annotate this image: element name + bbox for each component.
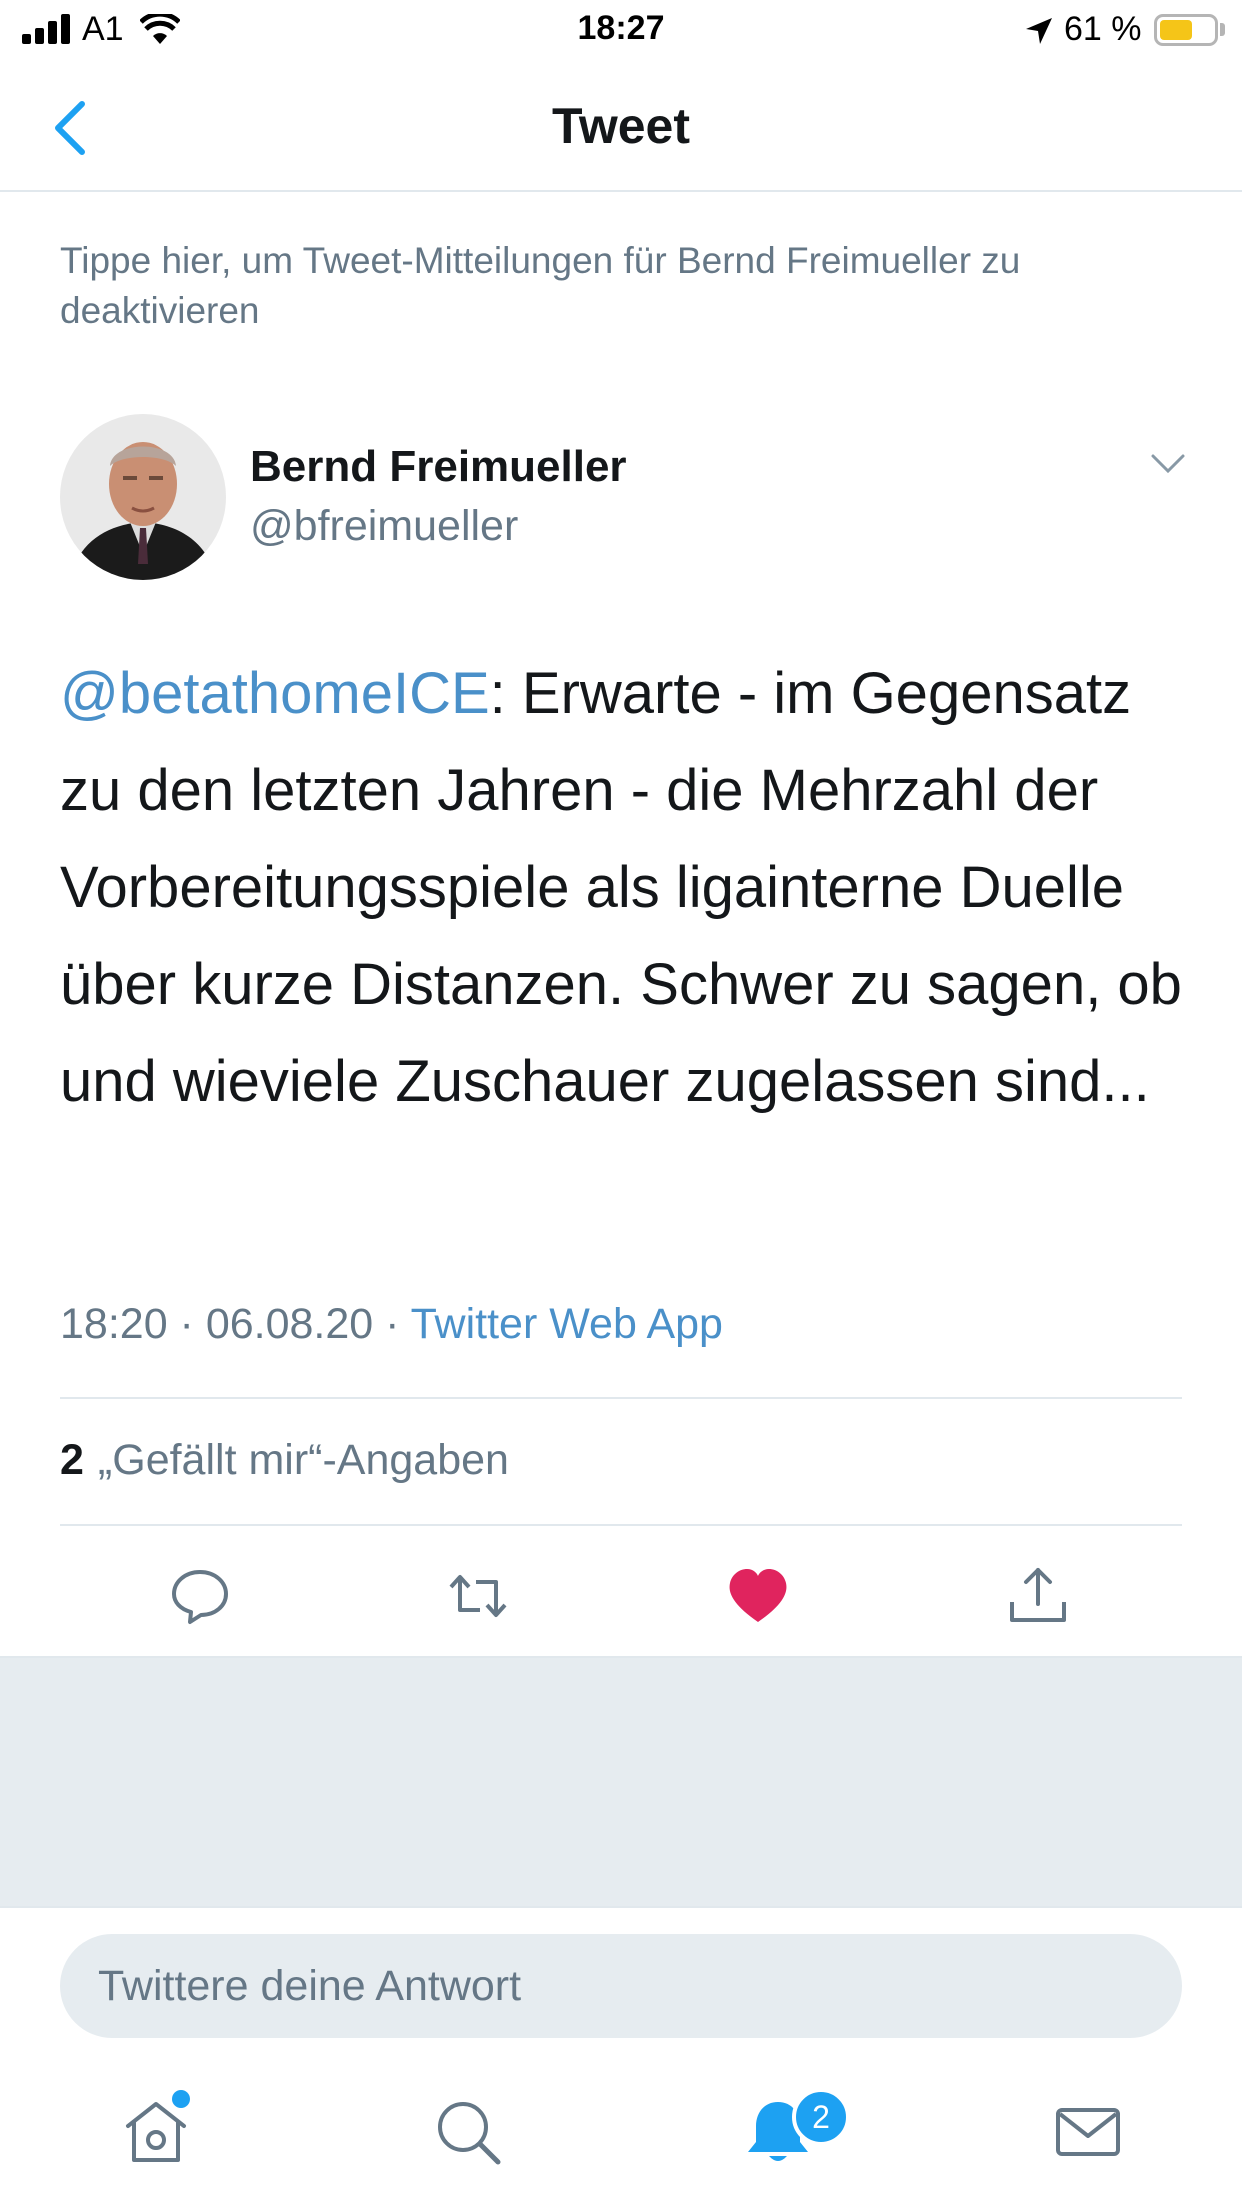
mention-link[interactable]: @betathomeICE xyxy=(60,661,490,726)
tweet-body: : Erwarte - im Gegensatz zu den letzten … xyxy=(60,661,1182,1114)
retweet-icon[interactable] xyxy=(446,1564,510,1628)
notification-toggle-notice[interactable]: Tippe hier, um Tweet-Mitteilungen für Be… xyxy=(60,236,1190,336)
search-icon[interactable] xyxy=(432,2096,504,2168)
share-icon[interactable] xyxy=(1006,1564,1070,1628)
tweet-source-link[interactable]: Twitter Web App xyxy=(411,1300,723,1348)
author-handle[interactable]: @bfreimueller xyxy=(250,502,518,551)
new-content-dot xyxy=(172,2090,190,2108)
location-arrow-icon xyxy=(1026,18,1052,44)
reply-input[interactable]: Twittere deine Antwort xyxy=(60,1934,1182,2038)
nav-bar: Tweet xyxy=(0,62,1242,192)
messages-icon[interactable] xyxy=(1052,2096,1124,2168)
tweet-time: 18:20 xyxy=(60,1300,168,1348)
like-icon[interactable] xyxy=(726,1564,790,1628)
chevron-down-icon[interactable] xyxy=(1150,452,1186,476)
divider xyxy=(60,1397,1182,1399)
tweet-meta: 18:20 · 06.08.20 · Twitter Web App xyxy=(60,1300,723,1349)
meta-separator: · xyxy=(373,1300,411,1348)
avatar-image xyxy=(60,414,226,580)
status-bar: A1 18:27 61 % xyxy=(0,0,1242,62)
tweet-text: @betathomeICE: Erwarte - im Gegensatz zu… xyxy=(60,645,1200,1130)
battery-level xyxy=(1160,20,1192,40)
status-time: 18:27 xyxy=(577,9,665,47)
reply-icon[interactable] xyxy=(168,1564,232,1628)
likes-count: 2 xyxy=(60,1436,84,1484)
avatar[interactable] xyxy=(60,414,226,580)
battery-percent: 61 % xyxy=(1064,10,1142,48)
page-title: Tweet xyxy=(552,98,690,154)
notifications-badge: 2 xyxy=(792,2088,850,2146)
battery-icon xyxy=(1154,14,1218,46)
author-name[interactable]: Bernd Freimueller xyxy=(250,442,627,492)
divider xyxy=(60,1524,1182,1526)
likes-label: „Gefällt mir“-Angaben xyxy=(97,1436,509,1484)
empty-replies-area xyxy=(0,1656,1242,1908)
meta-separator: · xyxy=(167,1300,206,1348)
likes-count-row[interactable]: 2 „Gefällt mir“-Angaben xyxy=(60,1436,509,1485)
tweet-date: 06.08.20 xyxy=(205,1300,374,1348)
battery-cap xyxy=(1220,23,1225,36)
